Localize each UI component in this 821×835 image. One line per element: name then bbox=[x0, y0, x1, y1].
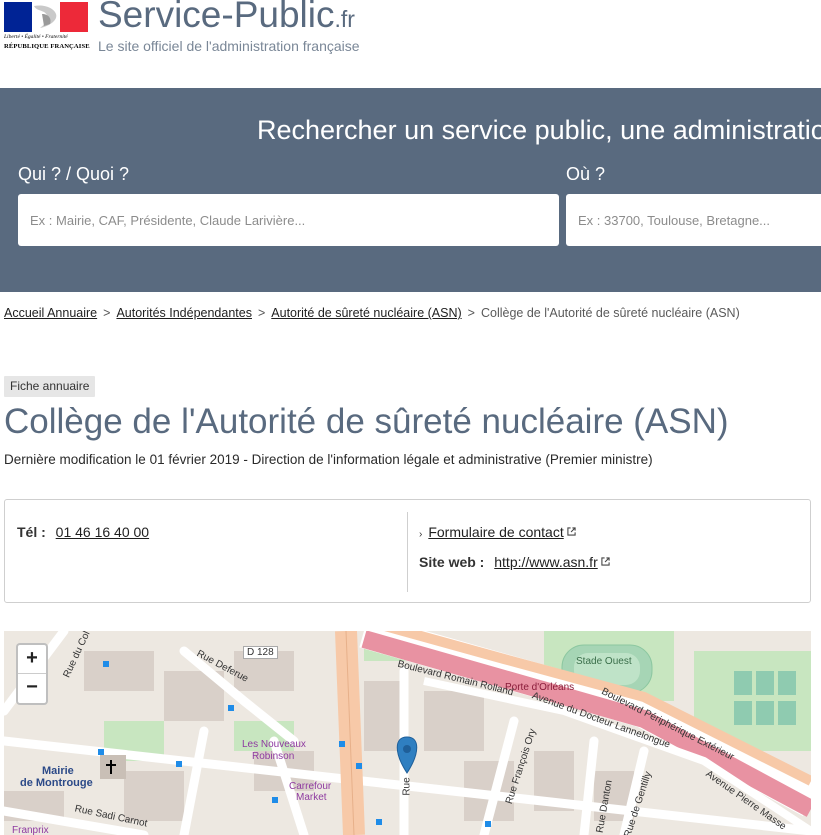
breadcrumb-autorites[interactable]: Autorités Indépendantes bbox=[116, 306, 252, 320]
breadcrumb-accueil[interactable]: Accueil Annuaire bbox=[4, 306, 97, 320]
ou-label: Où ? bbox=[566, 164, 606, 184]
breadcrumb: Accueil Annuaire > Autorités Indépendantes… bbox=[4, 306, 740, 320]
map-label-les-nouveaux: Les Nouveaux bbox=[242, 739, 306, 750]
breadcrumb-current: Collège de l'Autorité de sûreté nucléair… bbox=[480, 306, 740, 320]
qui-input[interactable] bbox=[18, 194, 559, 246]
logo-motto: Liberté • Égalité • Fraternité bbox=[4, 34, 68, 40]
breadcrumb-asn[interactable]: Autorité de sûreté nucléaire (ASN) bbox=[271, 306, 461, 320]
tel-link[interactable]: 01 46 16 40 00 bbox=[56, 524, 149, 540]
map-label-mairie: Mairie bbox=[42, 765, 74, 777]
map-label-robinson: Robinson bbox=[252, 751, 295, 762]
site-row: Site web : http://www.asn.fr bbox=[419, 554, 610, 570]
map-label-stade-ouest: Stade Ouest bbox=[576, 656, 632, 667]
zoom-in-button[interactable]: + bbox=[18, 645, 46, 674]
map-label-montrouge: de Montrouge bbox=[20, 777, 93, 789]
site-label: Site web : bbox=[419, 554, 485, 570]
location-map[interactable]: D 128 Rue Deferue Rue du Col Stade Ouest… bbox=[4, 631, 811, 835]
marianne-logo[interactable]: Liberté • Égalité • Fraternité RÉPUBLIQU… bbox=[4, 2, 90, 54]
page-title: Collège de l'Autorité de sûreté nucléair… bbox=[4, 402, 729, 441]
site-link[interactable]: http://www.asn.fr bbox=[494, 554, 597, 570]
ou-input[interactable] bbox=[566, 194, 821, 246]
brand-name-text: Service-Public bbox=[98, 0, 335, 35]
external-link-icon bbox=[601, 557, 610, 566]
logo-republique: RÉPUBLIQUE FRANÇAISE bbox=[4, 43, 90, 50]
zoom-control: + − bbox=[16, 643, 48, 705]
fiche-badge: Fiche annuaire bbox=[4, 376, 96, 397]
site-header: Liberté • Égalité • Fraternité RÉPUBLIQU… bbox=[0, 0, 821, 88]
tagline: Le site officiel de l'administration fra… bbox=[98, 38, 360, 54]
page-subtitle: Dernière modification le 01 février 2019… bbox=[4, 452, 653, 467]
contact-box: Tél : 01 46 16 40 00 › Formulaire de cont… bbox=[4, 499, 811, 603]
brand-name[interactable]: Service-Public.fr bbox=[98, 0, 355, 36]
search-band: Rechercher un service public, une admini… bbox=[0, 88, 821, 292]
zoom-out-button[interactable]: − bbox=[18, 674, 46, 703]
map-label-d128: D 128 bbox=[243, 646, 278, 659]
chevron-right-icon: › bbox=[419, 529, 423, 540]
tel-row: Tél : 01 46 16 40 00 bbox=[17, 524, 149, 540]
breadcrumb-separator: > bbox=[103, 306, 111, 320]
contact-divider bbox=[407, 512, 408, 592]
external-link-icon bbox=[567, 527, 576, 536]
marianne-flag-icon bbox=[4, 2, 88, 32]
tel-label: Tél : bbox=[17, 524, 46, 540]
contact-form-link[interactable]: Formulaire de contact bbox=[428, 524, 563, 540]
breadcrumb-separator: > bbox=[467, 306, 475, 320]
map-label-market: Market bbox=[296, 792, 327, 803]
qui-label: Qui ? / Quoi ? bbox=[18, 164, 130, 184]
brand-tld: .fr bbox=[334, 6, 355, 32]
breadcrumb-separator: > bbox=[257, 306, 266, 320]
map-label-carrefour: Carrefour bbox=[289, 781, 332, 792]
map-label-rue-vl: Rue bbox=[401, 777, 413, 796]
map-label-franprix: Franprix bbox=[12, 825, 49, 835]
search-title: Rechercher un service public, une admini… bbox=[257, 115, 821, 145]
contact-form-row: › Formulaire de contact bbox=[419, 524, 576, 540]
